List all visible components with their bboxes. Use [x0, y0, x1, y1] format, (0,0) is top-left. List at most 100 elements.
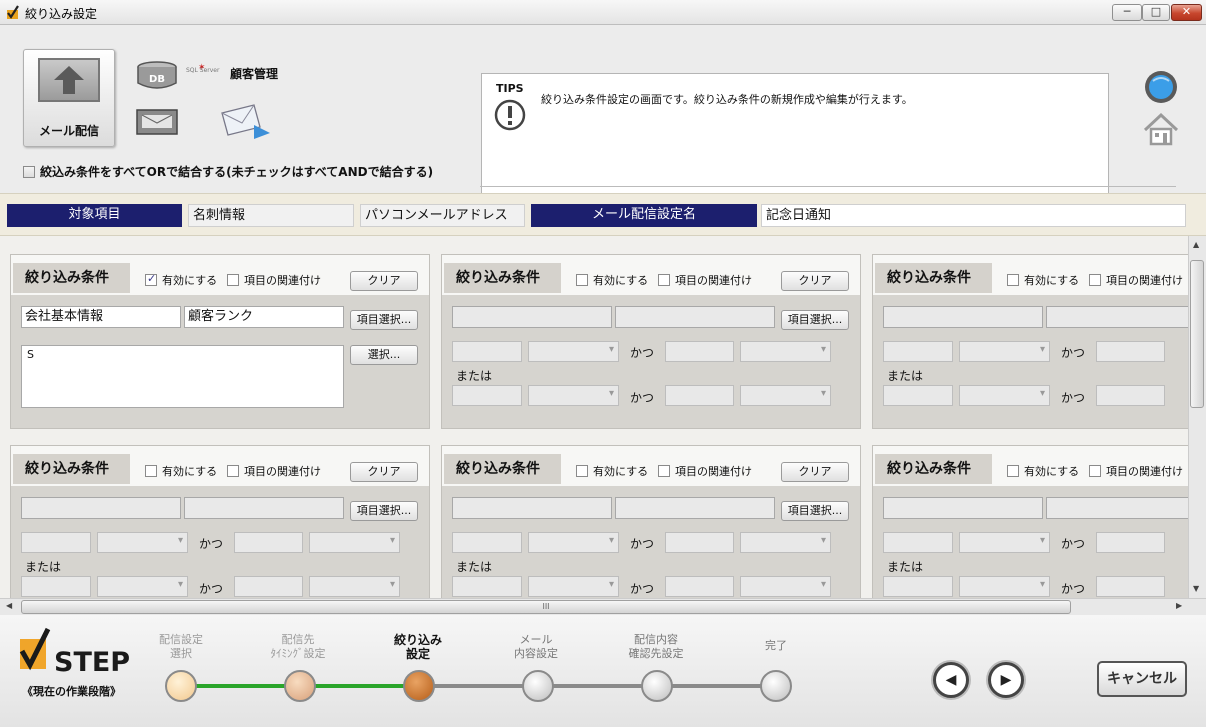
range2-to-input[interactable]: [665, 385, 734, 406]
vertical-scrollbar[interactable]: ▲ ▼: [1188, 236, 1206, 598]
range2-from-input[interactable]: [452, 576, 522, 597]
link-checkbox[interactable]: 項目の関連付け: [658, 463, 752, 479]
scroll-down-arrow-icon[interactable]: ▼: [1193, 584, 1199, 593]
enable-check-box[interactable]: [576, 465, 588, 477]
field-item[interactable]: [1046, 497, 1206, 519]
condition-value-area[interactable]: S: [21, 345, 344, 408]
range-to-operator[interactable]: [740, 341, 831, 362]
home-icon[interactable]: [1142, 111, 1180, 147]
link-check-box[interactable]: [1089, 465, 1101, 477]
next-button[interactable]: ▶: [988, 662, 1024, 698]
select-item-button[interactable]: 項目選択...: [781, 501, 849, 521]
field-item[interactable]: [615, 306, 775, 328]
range2-from-operator[interactable]: [959, 385, 1050, 406]
field-category[interactable]: 会社基本情報: [21, 306, 181, 328]
field-item[interactable]: [1046, 306, 1206, 328]
range-from-input[interactable]: [452, 532, 522, 553]
field-item[interactable]: [184, 497, 344, 519]
enable-checkbox[interactable]: 有効にする: [576, 272, 648, 288]
range-from-operator[interactable]: [97, 532, 188, 553]
range-from-operator[interactable]: [528, 532, 619, 553]
clear-button[interactable]: クリア: [781, 462, 849, 482]
range-to-operator[interactable]: [740, 532, 831, 553]
enable-checkbox[interactable]: 有効にする: [145, 272, 217, 288]
range-from-input[interactable]: [883, 341, 953, 362]
range-from-input[interactable]: [21, 532, 91, 553]
clear-button[interactable]: クリア: [781, 271, 849, 291]
field-category[interactable]: [883, 306, 1043, 328]
range2-to-operator[interactable]: [740, 385, 831, 406]
enable-check-box[interactable]: [145, 465, 157, 477]
range-to-input[interactable]: [665, 341, 734, 362]
range-from-input[interactable]: [452, 341, 522, 362]
enable-check-box[interactable]: [576, 274, 588, 286]
scroll-up-arrow-icon[interactable]: ▲: [1193, 240, 1199, 249]
range2-from-operator[interactable]: [97, 576, 188, 597]
range2-to-operator[interactable]: [309, 576, 400, 597]
or-combine-checkbox[interactable]: 絞込み条件をすべてORで結合する(未チェックはすべてANDで結合する): [23, 163, 433, 180]
link-check-box[interactable]: [1089, 274, 1101, 286]
range-to-input[interactable]: [1096, 532, 1165, 553]
link-check-box[interactable]: [227, 274, 239, 286]
field-category[interactable]: [452, 306, 612, 328]
link-checkbox[interactable]: 項目の関連付け: [227, 463, 321, 479]
scroll-right-arrow-icon[interactable]: ▶: [1176, 601, 1182, 610]
field-item[interactable]: 顧客ランク: [184, 306, 344, 328]
range-from-operator[interactable]: [959, 532, 1050, 553]
select-button[interactable]: 選択...: [350, 345, 418, 365]
link-check-box[interactable]: [658, 274, 670, 286]
range2-to-input[interactable]: [1096, 385, 1165, 406]
select-item-button[interactable]: 項目選択...: [350, 310, 418, 330]
enable-checkbox[interactable]: 有効にする: [1007, 463, 1079, 479]
link-check-box[interactable]: [227, 465, 239, 477]
select-item-button[interactable]: 項目選択...: [781, 310, 849, 330]
enable-checkbox[interactable]: 有効にする: [145, 463, 217, 479]
mail-delivery-button[interactable]: メール配信: [23, 49, 115, 147]
range2-to-operator[interactable]: [740, 576, 831, 597]
range2-from-operator[interactable]: [528, 576, 619, 597]
prev-button[interactable]: ◀: [933, 662, 969, 698]
field-item[interactable]: [615, 497, 775, 519]
range2-from-operator[interactable]: [959, 576, 1050, 597]
clear-button[interactable]: クリア: [350, 271, 418, 291]
cancel-button[interactable]: キャンセル: [1097, 661, 1187, 697]
enable-check-box[interactable]: [145, 272, 157, 286]
enable-check-box[interactable]: [1007, 465, 1019, 477]
range-from-operator[interactable]: [528, 341, 619, 362]
field-category[interactable]: [883, 497, 1043, 519]
scroll-left-arrow-icon[interactable]: ◀: [6, 601, 12, 610]
range2-to-input[interactable]: [234, 576, 303, 597]
close-button[interactable]: ✕: [1171, 4, 1202, 21]
link-checkbox[interactable]: 項目の関連付け: [1089, 463, 1183, 479]
vertical-scroll-thumb[interactable]: [1190, 260, 1204, 408]
link-checkbox[interactable]: 項目の関連付け: [227, 272, 321, 288]
horizontal-scroll-thumb[interactable]: III: [21, 600, 1071, 614]
range-from-operator[interactable]: [959, 341, 1050, 362]
horizontal-scrollbar[interactable]: ◀ III ▶: [0, 598, 1206, 615]
select-item-button[interactable]: 項目選択...: [350, 501, 418, 521]
enable-checkbox[interactable]: 有効にする: [576, 463, 648, 479]
link-checkbox[interactable]: 項目の関連付け: [1089, 272, 1183, 288]
range-to-input[interactable]: [234, 532, 303, 553]
enable-checkbox[interactable]: 有効にする: [1007, 272, 1079, 288]
range2-from-input[interactable]: [883, 576, 953, 597]
range-to-operator[interactable]: [309, 532, 400, 553]
link-check-box[interactable]: [658, 465, 670, 477]
range-to-input[interactable]: [1096, 341, 1165, 362]
range-to-input[interactable]: [665, 532, 734, 553]
minimize-button[interactable]: ─: [1112, 4, 1142, 21]
maximize-button[interactable]: □: [1142, 4, 1170, 21]
range2-to-input[interactable]: [1096, 576, 1165, 597]
or-combine-check-box[interactable]: [23, 165, 35, 178]
field-category[interactable]: [452, 497, 612, 519]
range-from-input[interactable]: [883, 532, 953, 553]
range2-from-operator[interactable]: [528, 385, 619, 406]
range2-from-input[interactable]: [883, 385, 953, 406]
range2-from-input[interactable]: [452, 385, 522, 406]
enable-check-box[interactable]: [1007, 274, 1019, 286]
range2-to-input[interactable]: [665, 576, 734, 597]
range2-from-input[interactable]: [21, 576, 91, 597]
help-icon[interactable]: [1143, 69, 1179, 105]
clear-button[interactable]: クリア: [350, 462, 418, 482]
link-checkbox[interactable]: 項目の関連付け: [658, 272, 752, 288]
